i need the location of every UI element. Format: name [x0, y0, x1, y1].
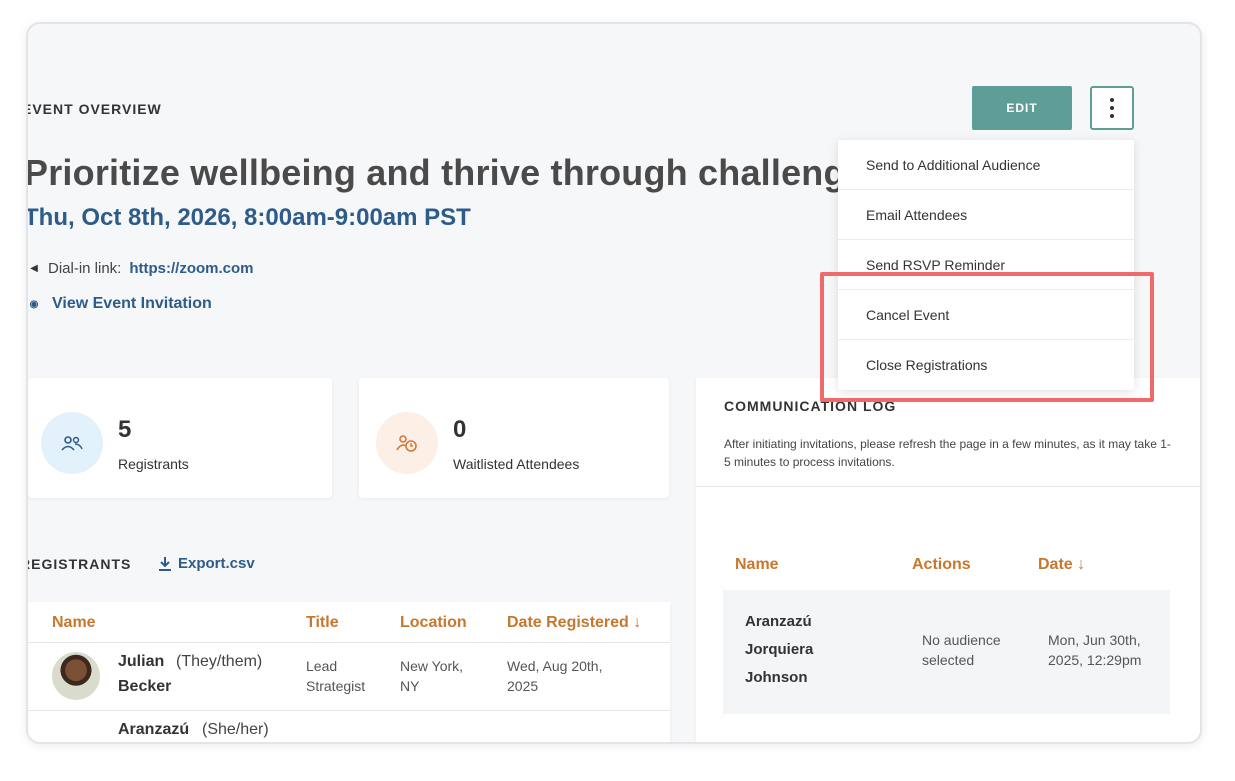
column-header-title[interactable]: Title [306, 614, 339, 632]
event-page-window: EVENT OVERVIEW EDIT Prioritize wellbeing… [26, 22, 1202, 744]
communication-log-panel: COMMUNICATION LOG After initiating invit… [696, 378, 1200, 742]
registrant-first-name: Julian [118, 653, 165, 670]
event-page-content: EVENT OVERVIEW EDIT Prioritize wellbeing… [28, 24, 1200, 742]
event-title: Prioritize wellbeing and thrive through … [26, 152, 887, 193]
comm-date-line2: 2025, 12:29pm [1048, 652, 1142, 668]
registrant-location-line1: New York, [400, 658, 464, 674]
event-overview-label: EVENT OVERVIEW [26, 101, 162, 117]
registrant-pronouns: (She/her) [202, 721, 269, 738]
menu-item-email-attendees[interactable]: Email Attendees [838, 190, 1134, 240]
registrant-last-name: Becker [118, 678, 172, 695]
users-icon [41, 412, 103, 474]
menu-item-send-rsvp-reminder[interactable]: Send RSVP Reminder [838, 240, 1134, 290]
menu-item-close-registrations[interactable]: Close Registrations [838, 340, 1134, 390]
menu-item-send-additional-audience[interactable]: Send to Additional Audience [838, 140, 1134, 190]
registrant-location-line2: NY [400, 678, 420, 694]
waitlisted-stat-label: Waitlisted Attendees [453, 456, 580, 472]
menu-item-cancel-event[interactable]: Cancel Event [838, 290, 1134, 340]
view-event-invitation-link[interactable]: ◉ View Event Invitation [28, 295, 212, 313]
panel-divider [696, 486, 1200, 487]
registrant-title-line2: Strategist [306, 678, 366, 694]
column-header-date-registered[interactable]: Date Registered ↓ [507, 614, 641, 632]
table-divider [28, 642, 670, 643]
communication-log-title: COMMUNICATION LOG [724, 398, 897, 414]
waitlisted-count: 0 [453, 416, 467, 443]
export-csv-link[interactable]: Export.csv [158, 555, 255, 572]
communication-log-row[interactable]: Aranzazú Jorquiera Johnson No audience s… [723, 590, 1170, 714]
comm-name-line1: Aranzazú [745, 613, 812, 630]
dial-in-label: Dial-in link: [48, 260, 122, 277]
waitlisted-stat-card: 0 Waitlisted Attendees [359, 378, 669, 498]
registrants-stat-card: 5 Registrants [28, 378, 332, 498]
column-header-location[interactable]: Location [400, 614, 467, 632]
column-header-name[interactable]: Name [52, 614, 96, 632]
user-clock-icon [376, 412, 438, 474]
registrants-count: 5 [118, 416, 132, 443]
comm-column-header-actions[interactable]: Actions [912, 556, 971, 574]
event-datetime: Thu, Oct 8th, 2026, 8:00am-9:00am PST [26, 204, 471, 231]
registrants-stat-label: Registrants [118, 456, 189, 472]
edit-button[interactable]: EDIT [972, 86, 1072, 130]
registrant-date-line2: 2025 [507, 678, 539, 694]
communication-log-description: After initiating invitations, please ref… [724, 437, 1171, 469]
comm-name-line2: Jorquiera [745, 641, 814, 658]
registrant-pronouns: (They/them) [176, 653, 263, 670]
comm-action-line2: selected [922, 652, 975, 668]
comm-name-line3: Johnson [745, 669, 808, 686]
eye-icon: ◉ [29, 298, 39, 310]
vertical-dots-icon [1110, 98, 1114, 102]
comm-column-header-date[interactable]: Date ↓ [1038, 556, 1085, 574]
avatar [52, 652, 100, 700]
registrant-date-line1: Wed, Aug 20th, [507, 658, 603, 674]
registrants-table: Name Title Location Date Registered ↓ Ju… [28, 602, 670, 742]
vertical-dots-icon [1110, 114, 1114, 118]
view-invitation-label: View Event Invitation [52, 295, 212, 312]
comm-column-header-name[interactable]: Name [735, 556, 779, 574]
more-options-button[interactable] [1090, 86, 1134, 130]
video-camera-icon: ◀ [30, 263, 38, 274]
comm-date-line1: Mon, Jun 30th, [1048, 632, 1141, 648]
dial-in-row: ◀ Dial-in link: https://zoom.com [28, 260, 253, 277]
avatar [52, 727, 100, 742]
export-csv-label: Export.csv [178, 555, 255, 572]
table-divider [28, 710, 670, 711]
registrant-title-line1: Lead [306, 658, 338, 674]
dial-in-link[interactable]: https://zoom.com [129, 260, 253, 277]
vertical-dots-icon [1110, 106, 1114, 110]
download-icon [159, 556, 171, 571]
comm-action-line1: No audience [922, 632, 1001, 648]
registrants-section-label: REGISTRANTS [26, 556, 132, 572]
registrant-first-name: Aranzazú [118, 721, 190, 738]
more-options-menu: Send to Additional Audience Email Attend… [838, 140, 1134, 390]
